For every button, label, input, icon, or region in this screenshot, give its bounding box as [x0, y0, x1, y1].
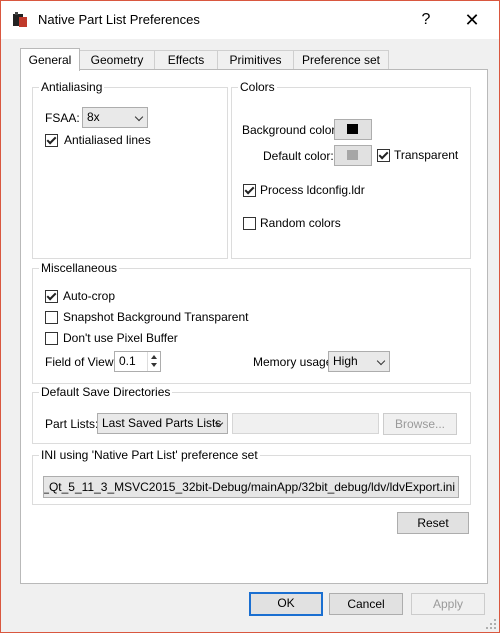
save-directories-title: Default Save Directories — [39, 385, 173, 399]
random-colors-label: Random colors — [260, 216, 341, 230]
part-lists-value: Last Saved Parts Lists — [102, 416, 222, 430]
snapshot-transparent-label: Snapshot Background Transparent — [63, 310, 249, 324]
process-ldconfig-label: Process ldconfig.ldr — [260, 183, 365, 197]
default-color-swatch — [347, 150, 358, 160]
colors-title: Colors — [238, 80, 277, 94]
help-button[interactable]: ? — [411, 6, 441, 34]
apply-button[interactable]: Apply — [411, 593, 485, 615]
fsaa-label: FSAA: — [45, 111, 80, 125]
part-lists-label: Part Lists: — [45, 417, 99, 431]
random-colors-checkbox[interactable] — [243, 217, 256, 230]
memory-usage-label: Memory usage — [253, 355, 333, 369]
fsaa-combo[interactable]: 8x — [82, 107, 148, 128]
part-lists-combo[interactable]: Last Saved Parts Lists — [97, 413, 228, 434]
chevron-down-icon — [134, 112, 144, 122]
title-bar: Native Part List Preferences ? ✕ — [1, 1, 499, 39]
browse-button[interactable]: Browse... — [383, 413, 457, 435]
field-of-view-value: 0.1 — [119, 354, 136, 368]
miscellaneous-title: Miscellaneous — [39, 261, 120, 275]
snapshot-transparent-checkbox[interactable] — [45, 311, 58, 324]
tab-general[interactable]: General — [20, 48, 80, 71]
tab-primitives[interactable]: Primitives — [217, 50, 294, 70]
resize-grip-icon[interactable] — [485, 618, 497, 630]
default-color-label: Default color: — [263, 149, 334, 163]
fsaa-value: 8x — [87, 110, 100, 124]
field-of-view-label: Field of View: — [45, 355, 117, 369]
preferences-dialog: Native Part List Preferences ? ✕ General… — [0, 0, 500, 633]
field-of-view-spinbox[interactable]: 0.1 — [114, 351, 161, 372]
background-color-swatch — [347, 124, 358, 134]
arrow-up-icon — [151, 355, 157, 359]
save-directories-group: Default Save Directories Part Lists: Las… — [32, 385, 471, 444]
antialiasing-title: Antialiasing — [39, 80, 105, 94]
close-button[interactable]: ✕ — [457, 6, 487, 34]
chevron-down-icon — [376, 356, 386, 366]
process-ldconfig-checkbox[interactable] — [243, 184, 256, 197]
memory-usage-value: High — [333, 354, 358, 368]
default-color-button[interactable] — [334, 145, 372, 166]
tab-preference-set[interactable]: Preference set — [293, 50, 389, 70]
cancel-button[interactable]: Cancel — [329, 593, 403, 615]
ok-button[interactable]: OK — [249, 592, 323, 616]
tab-geometry[interactable]: Geometry — [79, 50, 155, 70]
memory-usage-combo[interactable]: High — [328, 351, 390, 372]
transparent-label: Transparent — [394, 148, 459, 162]
miscellaneous-group: Miscellaneous Auto-crop Snapshot Backgro… — [32, 261, 471, 384]
arrow-down-icon — [151, 363, 157, 367]
part-lists-path-input — [232, 413, 379, 434]
ini-group: INI using 'Native Part List' preference … — [32, 448, 471, 505]
colors-group: Colors Background color: Default color: … — [231, 80, 471, 259]
ini-path-field[interactable]: Desktop_Qt_5_11_3_MSVC2015_32bit-Debug/m… — [43, 476, 459, 498]
antialiasing-group: Antialiasing FSAA: 8x Antialiased lines — [32, 80, 228, 259]
background-color-label: Background color: — [242, 123, 339, 137]
no-pixel-buffer-checkbox[interactable] — [45, 332, 58, 345]
auto-crop-checkbox[interactable] — [45, 290, 58, 303]
tab-effects[interactable]: Effects — [154, 50, 218, 70]
reset-button[interactable]: Reset — [397, 512, 469, 534]
antialiased-lines-checkbox[interactable] — [45, 134, 58, 147]
spin-arrows[interactable] — [147, 352, 160, 371]
ini-path-text: Desktop_Qt_5_11_3_MSVC2015_32bit-Debug/m… — [43, 480, 455, 494]
background-color-button[interactable] — [334, 119, 372, 140]
antialiased-lines-label: Antialiased lines — [64, 133, 151, 147]
ini-title: INI using 'Native Part List' preference … — [39, 448, 260, 462]
general-panel: Antialiasing FSAA: 8x Antialiased lines … — [20, 69, 488, 584]
auto-crop-label: Auto-crop — [63, 289, 116, 303]
app-icon — [13, 12, 27, 27]
no-pixel-buffer-label: Don't use Pixel Buffer — [63, 331, 178, 345]
transparent-checkbox[interactable] — [377, 149, 390, 162]
window-title: Native Part List Preferences — [38, 12, 200, 27]
